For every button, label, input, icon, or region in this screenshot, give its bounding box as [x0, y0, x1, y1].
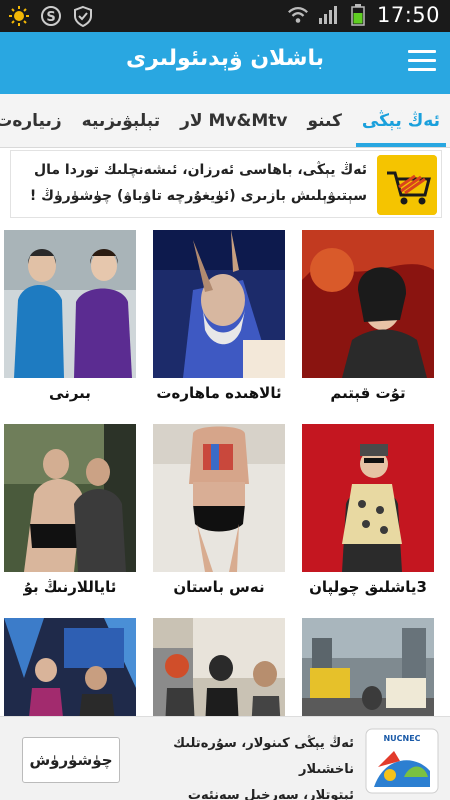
video-title[interactable]: ئالاھىدە ماھارەت: [153, 384, 285, 402]
promo-banner[interactable]: ئەڭ يېڭى، باھاسى ئەرزان، ئىشەنچلىك توردا…: [10, 150, 442, 218]
promo-line-1: ئەڭ يېڭى، باھاسى ئەرزان، ئىشەنچلىك توردا…: [33, 162, 367, 178]
app-title: باشلان ۋېدىئولىرى: [125, 46, 325, 71]
video-thumbnail[interactable]: [4, 230, 136, 378]
video-thumbnail[interactable]: [153, 230, 285, 378]
video-item[interactable]: 3ياشلىق چولپان: [302, 424, 440, 596]
wifi-icon: [287, 4, 309, 26]
tab-television[interactable]: تېلېۋىزىيە: [72, 94, 170, 147]
video-thumbnail[interactable]: [302, 424, 434, 572]
promo-line-2: سېتىۋېلىش بازىرى (ئۈيغۇرچە تاۋباۋ) چۈشۈر…: [29, 188, 367, 204]
status-time: 17:50: [376, 3, 440, 27]
video-title[interactable]: تۇت قېتىم: [302, 384, 434, 402]
app-header: باشلان ۋېدىئولىرى: [0, 32, 450, 94]
video-title[interactable]: 3ياشلىق چولپان: [302, 578, 434, 596]
video-title[interactable]: بىرنى: [4, 384, 136, 402]
tab-mv-mtv[interactable]: Mv&Mtv لار: [170, 94, 297, 147]
sun-icon: [8, 5, 30, 27]
bottom-ad-banner[interactable]: چۈشۈرۈش ئەڭ يېڭى كىنولار، سۇرەتلىك ناخشى…: [0, 716, 450, 800]
s-circle-icon: S: [40, 5, 62, 27]
video-item[interactable]: تۇت قېتىم: [302, 230, 440, 402]
video-thumbnail[interactable]: [302, 230, 434, 378]
video-thumbnail[interactable]: [153, 424, 285, 572]
shield-icon: [72, 5, 94, 27]
ad-logo-text: NUCNEC: [383, 734, 420, 743]
video-title[interactable]: نەس باستان: [153, 578, 285, 596]
shopping-cart-icon: [377, 155, 437, 215]
video-title[interactable]: ئاياللارنىڭ بۇ: [4, 578, 136, 596]
video-thumbnail[interactable]: [4, 424, 136, 572]
video-item[interactable]: نەس باستان: [153, 424, 291, 596]
ad-line-1: ئەڭ يېڭى كىنولار، سۇرەتلىك ناخشىلار: [173, 736, 354, 777]
download-button[interactable]: چۈشۈرۈش: [22, 737, 120, 783]
tab-newest[interactable]: ئەڭ يېڭى: [352, 94, 450, 147]
ad-text: ئەڭ يېڭى كىنولار، سۇرەتلىك ناخشىلار ئېتو…: [130, 731, 354, 800]
app-logo-icon: NUCNEC: [364, 727, 440, 795]
video-item[interactable]: ئالاھىدە ماھارەت: [153, 230, 291, 402]
video-item[interactable]: بىرنى: [4, 230, 142, 402]
video-item[interactable]: ئاياللارنىڭ بۇ: [4, 424, 142, 596]
promo-text: ئەڭ يېڭى، باھاسى ئەرزان، ئىشەنچلىك توردا…: [19, 157, 367, 209]
svg-text:S: S: [46, 10, 55, 25]
ad-line-2: ئېتوتلار، سەرخىل سەنئەت نومۇرلىرى: [187, 788, 354, 800]
tab-visits[interactable]: زىيارەت: [0, 94, 72, 147]
status-bar: S 17:50: [0, 0, 450, 32]
hamburger-icon[interactable]: [408, 50, 436, 76]
battery-icon: [347, 4, 369, 26]
category-tabs: ئەڭ يېڭى كىنو Mv&Mtv لار تېلېۋىزىيە زىيا…: [0, 94, 450, 148]
tab-movies[interactable]: كىنو: [297, 94, 351, 147]
signal-icon: [317, 4, 339, 26]
